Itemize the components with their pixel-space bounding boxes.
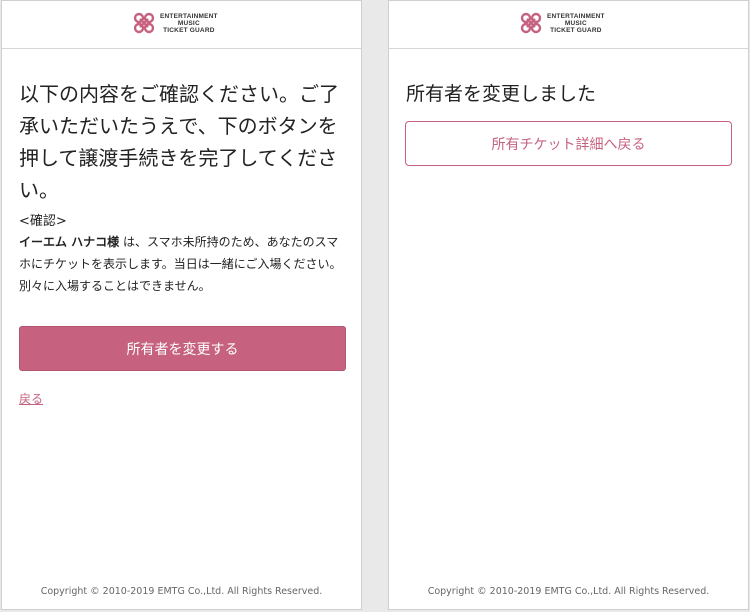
complete-screen: ENTERTAINMENT MUSIC TICKET GUARD 所有者を変更し… xyxy=(388,0,749,610)
back-link[interactable]: 戻る xyxy=(19,390,43,407)
brand-logo[interactable]: ENTERTAINMENT MUSIC TICKET GUARD xyxy=(519,11,605,35)
header: ENTERTAINMENT MUSIC TICKET GUARD xyxy=(2,1,361,49)
logo-icon xyxy=(133,12,155,34)
confirm-screen: ENTERTAINMENT MUSIC TICKET GUARD 以下の内容をご… xyxy=(1,0,362,610)
logo-text: ENTERTAINMENT MUSIC TICKET GUARD xyxy=(160,13,218,34)
ticket-details-button[interactable]: 所有チケット詳細へ戻る xyxy=(405,121,732,166)
page-heading: 以下の内容をご確認ください。ご了承いただいたうえで、下のボタンを押して譲渡手続き… xyxy=(19,82,339,202)
confirm-label: <確認> xyxy=(19,214,67,229)
logo-line-2: MUSIC xyxy=(177,19,200,27)
brand-logo[interactable]: ENTERTAINMENT MUSIC TICKET GUARD xyxy=(132,11,218,35)
logo-icon xyxy=(520,12,542,34)
logo-line-3: TICKET GUARD xyxy=(550,26,602,34)
logo-line-2: MUSIC xyxy=(564,19,587,27)
change-owner-button[interactable]: 所有者を変更する xyxy=(19,326,346,371)
logo-line-1: ENTERTAINMENT xyxy=(547,12,605,20)
logo-line-3: TICKET GUARD xyxy=(163,26,215,34)
header: ENTERTAINMENT MUSIC TICKET GUARD xyxy=(389,1,748,49)
copyright: Copyright © 2010-2019 EMTG Co.,Ltd. All … xyxy=(40,586,323,597)
copyright: Copyright © 2010-2019 EMTG Co.,Ltd. All … xyxy=(427,586,710,597)
logo-text: ENTERTAINMENT MUSIC TICKET GUARD xyxy=(547,13,605,34)
recipient-name: イーエム ハナコ様 xyxy=(19,235,120,249)
confirm-message: イーエム ハナコ様 は、スマホ未所持のため、あなたのスマホにチケットを表示します… xyxy=(19,231,349,297)
page-heading: 所有者を変更しました xyxy=(406,83,597,105)
logo-line-1: ENTERTAINMENT xyxy=(160,12,218,20)
